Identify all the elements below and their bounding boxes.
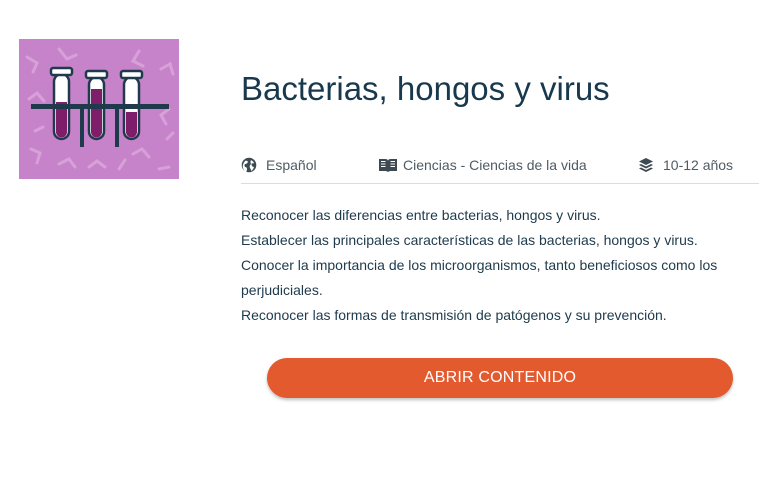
meta-age: 10-12 años: [638, 157, 733, 173]
meta-subject-label: Ciencias - Ciencias de la vida: [403, 157, 587, 173]
card-title: Bacterias, hongos y virus: [241, 70, 610, 107]
meta-language-label: Español: [266, 157, 317, 173]
objective-item: Conocer la importancia de los microorgan…: [241, 257, 718, 298]
objectives-list: Reconocer las diferencias entre bacteria…: [241, 203, 761, 328]
objective-item: Reconocer las formas de transmisión de p…: [241, 307, 667, 323]
test-tubes-rack-icon: [19, 39, 179, 179]
open-book-icon: [378, 157, 398, 173]
open-content-button[interactable]: ABRIR CONTENIDO: [267, 358, 733, 398]
objective-item: Establecer las principales característic…: [241, 232, 698, 248]
card-meta: Español Ciencias - Ciencias de la vida 1…: [241, 153, 759, 184]
layers-icon: [638, 157, 654, 173]
globe-icon: [241, 157, 257, 173]
meta-age-label: 10-12 años: [663, 157, 734, 173]
objective-item: Reconocer las diferencias entre bacteria…: [241, 207, 601, 223]
meta-language: Español: [241, 157, 317, 173]
thumbnail-image: [19, 39, 179, 179]
meta-subject: Ciencias - Ciencias de la vida: [378, 157, 587, 173]
